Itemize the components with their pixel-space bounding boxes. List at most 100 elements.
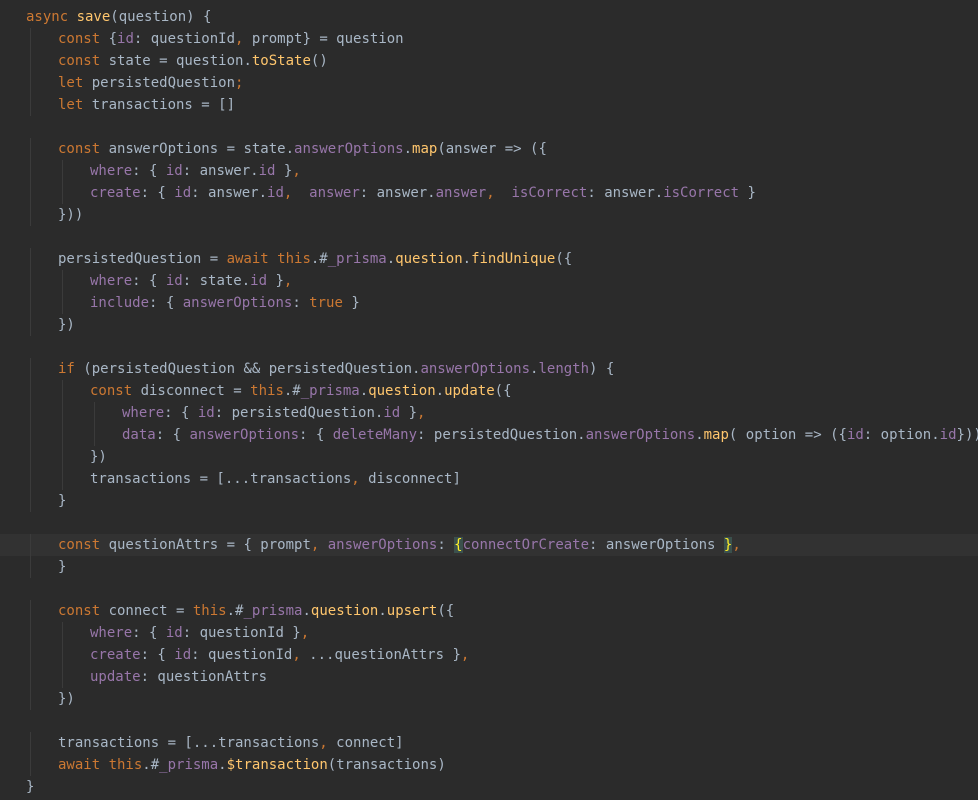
code-token: (question) { [110,9,212,25]
code-token: state = question. [108,53,252,69]
code-token: } [267,273,284,289]
code-token: : { [132,625,166,641]
code-token: : { [140,647,175,663]
code-line[interactable]: } [0,776,978,798]
code-line[interactable]: } [0,490,978,512]
code-token: } [26,779,35,795]
code-line[interactable]: where: { id: questionId }, [0,622,978,644]
code-token: _prisma [159,757,219,773]
code-token: const [58,53,109,69]
code-line[interactable]: where: { id: persistedQuestion.id }, [0,402,978,424]
code-token: if [58,361,84,377]
indent-guide [62,666,63,688]
code-token: .# [283,383,301,399]
code-line-current[interactable]: const questionAttrs = { prompt, answerOp… [0,534,978,556]
code-line[interactable]: async save(question) { [0,6,978,28]
code-line[interactable]: persistedQuestion = await this.#_prisma.… [0,248,978,270]
code-line[interactable]: data: { answerOptions: { deleteMany: per… [0,424,978,446]
code-token: . [435,383,445,399]
code-line[interactable]: const answerOptions = state.answerOption… [0,138,978,160]
code-line[interactable] [0,578,978,600]
code-line[interactable]: update: questionAttrs [0,666,978,688]
code-token: , [283,273,293,289]
code-line[interactable]: let persistedQuestion; [0,72,978,94]
code-editor[interactable]: async save(question) {const {id: questio… [0,0,978,800]
code-token: .# [310,251,328,267]
code-line[interactable]: create: { id: answer.id, answer: answer.… [0,182,978,204]
code-token: (transactions) [327,757,446,773]
code-token: deleteMany [332,427,418,443]
code-token: : answer. [587,185,664,201]
code-token: this [277,251,311,267]
code-token: where [122,405,165,421]
code-token: : answer. [191,185,268,201]
code-line[interactable]: let transactions = [] [0,94,978,116]
code-token: : { [132,163,166,179]
code-line[interactable]: where: { id: answer.id }, [0,160,978,182]
code-line[interactable]: where: { id: state.id }, [0,270,978,292]
code-token: .# [142,757,160,773]
code-line[interactable]: const connect = this.#_prisma.question.u… [0,600,978,622]
indent-guide [30,666,31,688]
code-line[interactable]: transactions = [...transactions, disconn… [0,468,978,490]
code-line[interactable]: if (persistedQuestion && persistedQuesti… [0,358,978,380]
code-token: answerOptions [420,361,531,377]
brace-match-highlight: { [454,537,463,553]
indent-guide [30,380,31,402]
code-token: this [250,383,284,399]
code-line[interactable]: transactions = [...transactions, connect… [0,732,978,754]
code-token: map [703,427,729,443]
indent-guide [30,402,31,424]
code-token: isCorrect [511,185,588,201]
code-line[interactable]: include: { answerOptions: true } [0,292,978,314]
code-line[interactable] [0,116,978,138]
code-line[interactable]: } [0,556,978,578]
code-token: let [58,75,92,91]
indent-guide [62,160,63,182]
indent-guide [62,402,63,424]
code-token: : questionId [191,647,293,663]
code-token: (persistedQuestion && persistedQuestion. [83,361,421,377]
code-token: , [417,405,426,421]
code-token: ( option => ({ [728,427,847,443]
code-line[interactable] [0,512,978,534]
code-line[interactable] [0,710,978,732]
indent-guide [30,28,31,50]
code-token: id [174,185,192,201]
code-line[interactable] [0,336,978,358]
code-token: : { [155,427,190,443]
code-token: id [258,163,276,179]
code-token: include [90,295,150,311]
code-token: answerOptions [327,537,438,553]
code-token: } [400,405,418,421]
code-token: answer [309,185,360,201]
code-token: . [218,757,227,773]
code-line[interactable]: const {id: questionId, prompt} = questio… [0,28,978,50]
code-line[interactable]: create: { id: questionId, ...questionAtt… [0,644,978,666]
code-token: const [90,383,141,399]
code-token: disconnect] [368,471,461,487]
code-line[interactable]: await this.#_prisma.$transaction(transac… [0,754,978,776]
code-token: . [403,141,413,157]
code-line[interactable]: }) [0,314,978,336]
code-line[interactable]: const disconnect = this.#_prisma.questio… [0,380,978,402]
code-token: id [197,405,215,421]
code-token: ) { [589,361,615,377]
code-token: question [395,251,463,267]
indent-guide [62,182,63,204]
code-token: prompt} = question [251,31,404,47]
code-token: } [58,559,67,575]
code-line[interactable]: }) [0,446,978,468]
code-token: id [117,31,134,47]
code-line[interactable]: }) [0,688,978,710]
code-line[interactable]: const state = question.toState() [0,50,978,72]
code-token: : persistedQuestion. [214,405,384,421]
code-line[interactable]: })) [0,204,978,226]
code-line[interactable] [0,226,978,248]
code-token: : questionId [133,31,236,47]
code-token: data [122,427,156,443]
code-token: . [378,603,387,619]
code-token: upsert [386,603,438,619]
code-token: connectOrCreate [462,537,590,553]
code-token: await [58,757,109,773]
